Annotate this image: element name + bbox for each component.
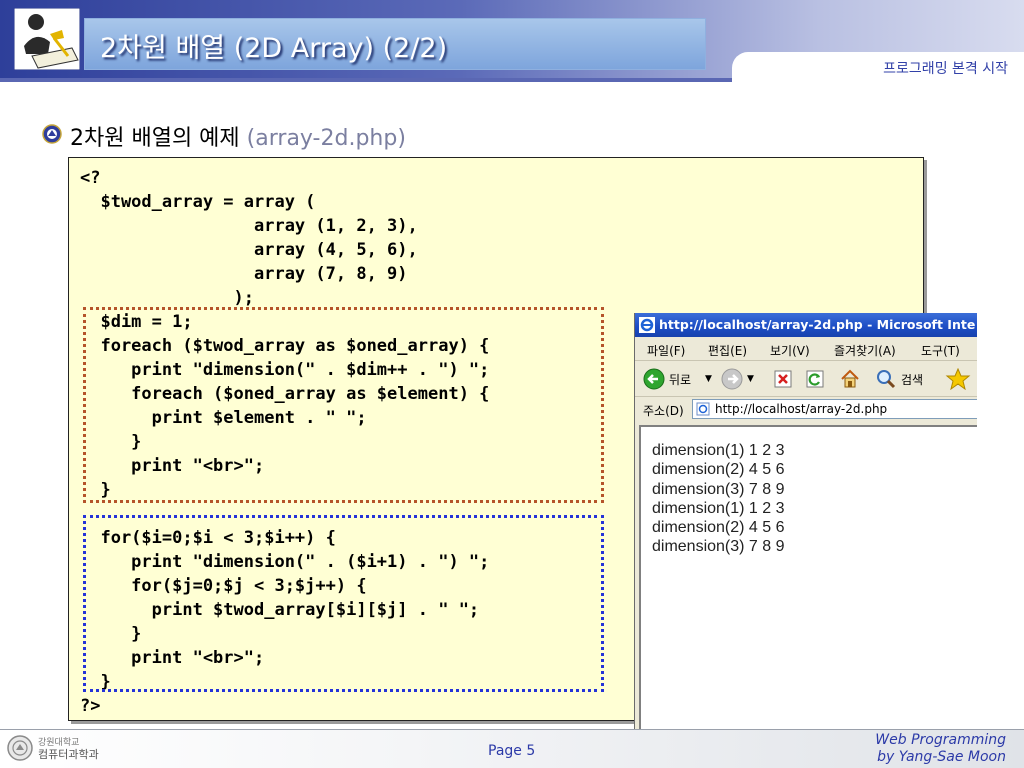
output-line: dimension(2) 4 5 6 [652,461,785,479]
code-line: ?> [80,696,101,716]
browser-menu-bar: 파일(F) 편집(E) 보기(V) 즐겨찾기(A) 도구(T) [635,337,977,361]
code-line: $twod_array = array ( [80,192,316,212]
heading-main: 2차원 배열의 예제 [70,126,240,151]
menu-view[interactable]: 보기(V) [770,342,810,359]
subtitle: 프로그래밍 본격 시작 [883,61,1008,77]
search-label[interactable]: 검색 [901,371,923,388]
address-label: 주소(D) [643,404,684,418]
page-number: Page 5 [488,743,536,759]
browser-title-bar[interactable]: http://localhost/array-2d.php - Microsof… [635,313,977,337]
department-name: 강원대학교 컴퓨터과학과 [38,738,99,760]
menu-favorites[interactable]: 즐겨찾기(A) [834,342,896,359]
menu-edit[interactable]: 편집(E) [708,342,747,359]
credit: Web Programming by Yang-Sae Moon [875,732,1006,766]
browser-address-bar: 주소(D) http://localhost/array-2d.php [635,397,977,421]
stop-icon[interactable] [773,368,793,390]
foreach-highlight-box [83,307,604,503]
page-icon [696,402,710,416]
output-line: dimension(1) 1 2 3 [652,499,785,517]
menu-file[interactable]: 파일(F) [647,342,685,359]
output-line: dimension(3) 7 8 9 [652,480,785,498]
menu-tools[interactable]: 도구(T) [921,342,960,359]
browser-toolbar: 뒤로 ▼ ▼ 검색 [635,361,977,397]
back-dropdown-icon[interactable]: ▼ [705,374,712,384]
output-line: dimension(3) 7 8 9 [652,538,785,556]
page-title: 2차원 배열 (2D Array) (2/2) [100,33,448,64]
code-line: array (4, 5, 6), [80,240,418,260]
browser-content: dimension(1) 1 2 3 dimension(2) 4 5 6 dime… [639,425,977,729]
output-line: dimension(1) 1 2 3 [652,442,785,459]
credit-line-1: Web Programming [875,732,1006,748]
back-arrow-icon[interactable] [643,368,665,390]
browser-window: http://localhost/array-2d.php - Microsof… [634,313,977,729]
university-seal-icon [42,124,62,144]
code-line: <? [80,168,101,188]
address-field[interactable]: http://localhost/array-2d.php [692,399,977,419]
forward-arrow-icon[interactable] [721,368,743,390]
university-seal-icon [7,735,33,761]
search-icon[interactable] [875,368,897,390]
address-url: http://localhost/array-2d.php [715,402,888,416]
for-loop-highlight-box [83,515,604,692]
heading-filename: (array-2d.php) [246,126,406,151]
credit-line-2: by Yang-Sae Moon [877,749,1006,765]
page-output: dimension(1) 1 2 3 dimension(2) 4 5 6 dime… [652,441,785,557]
output-line: dimension(2) 4 5 6 [652,519,785,537]
browser-title: http://localhost/array-2d.php - Microsof… [659,317,976,332]
person-at-desk-icon [14,8,80,70]
forward-dropdown-icon[interactable]: ▼ [747,374,754,384]
home-icon[interactable] [839,368,861,390]
dept-line-2: 컴퓨터과학과 [38,748,99,761]
section-heading: 2차원 배열의 예제 (array-2d.php) [70,120,406,152]
code-line: array (1, 2, 3), [80,216,418,236]
back-label[interactable]: 뒤로 [669,371,691,388]
refresh-icon[interactable] [805,368,825,390]
ie-icon [639,317,655,333]
favorites-star-icon[interactable] [945,368,971,390]
code-line: array (7, 8, 9) [80,264,408,284]
